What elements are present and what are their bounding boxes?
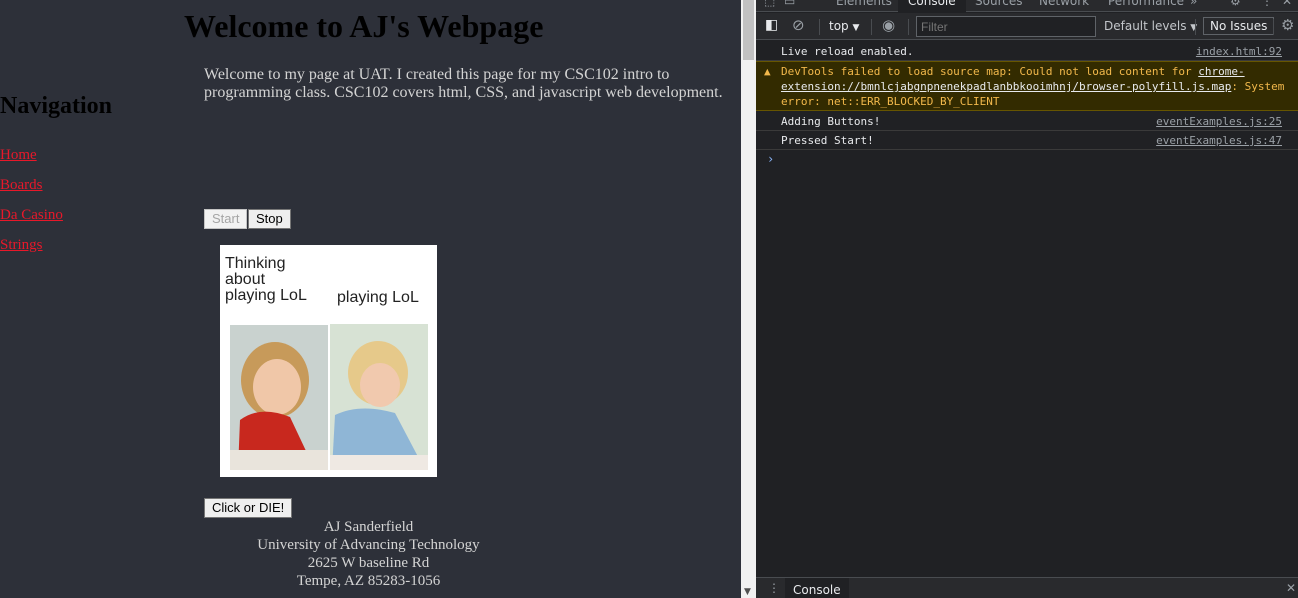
- console-message: Pressed Start! eventExamples.js:47: [756, 131, 1298, 150]
- console-message-source-link[interactable]: eventExamples.js:47: [1156, 133, 1282, 148]
- log-levels-label: Default levels: [1104, 19, 1187, 33]
- console-message-text: Pressed Start!: [781, 134, 874, 147]
- divider: [1273, 19, 1274, 35]
- right-desk: [330, 455, 428, 470]
- console-message-source-link[interactable]: eventExamples.js:25: [1156, 114, 1282, 129]
- right-girl-face: [360, 363, 400, 407]
- drawer-close-icon[interactable]: ✕: [1286, 581, 1296, 595]
- device-toolbar-icon[interactable]: ▭: [784, 0, 795, 8]
- tab-sources[interactable]: Sources: [975, 0, 1022, 8]
- footer-street: 2625 W baseline Rd: [307, 555, 430, 571]
- page-scrollbar[interactable]: ▼: [741, 0, 756, 598]
- warning-icon: ▲: [764, 65, 771, 78]
- scroll-down-arrow-icon[interactable]: ▼: [744, 587, 751, 597]
- divider: [1195, 19, 1196, 35]
- start-button[interactable]: Start: [204, 209, 248, 229]
- gear-icon[interactable]: ⚙: [1230, 0, 1241, 8]
- footer-school: University of Advancing Technology: [257, 537, 480, 553]
- warning-text-prefix: DevTools failed to load source map: Coul…: [781, 65, 1199, 78]
- page-title: Welcome to AJ's Webpage: [184, 8, 544, 44]
- console-warning-text: DevTools failed to load source map: Coul…: [781, 64, 1286, 109]
- drawer-menu-icon[interactable]: ⋮: [768, 581, 780, 595]
- tab-console[interactable]: Console: [898, 0, 966, 12]
- log-levels-dropdown[interactable]: Default levels ▼: [1104, 19, 1197, 33]
- divider: [871, 19, 872, 35]
- console-warning-message: ▲ DevTools failed to load source map: Co…: [756, 61, 1298, 111]
- sidebar-toggle-icon[interactable]: ◧: [765, 17, 778, 33]
- tab-performance[interactable]: Performance: [1108, 0, 1184, 8]
- footer-address: AJ Sanderfield University of Advancing T…: [250, 518, 487, 590]
- divider: [908, 19, 909, 35]
- tab-elements[interactable]: Elements: [836, 0, 892, 8]
- kebab-menu-icon[interactable]: ⋮: [1261, 0, 1273, 8]
- devtools-panel: ⬚ ▭ Elements Console Sources Network Per…: [756, 0, 1298, 598]
- console-settings-gear-icon[interactable]: ⚙: [1281, 16, 1294, 34]
- devtools-tab-bar: ⬚ ▭ Elements Console Sources Network Per…: [756, 0, 1298, 12]
- nav-link-home[interactable]: Home: [0, 147, 37, 164]
- console-filter-input[interactable]: [916, 16, 1096, 37]
- meme-image: Thinking about playing LoL playing LoL: [220, 245, 437, 477]
- left-girl-face: [253, 359, 301, 415]
- nav-heading: Navigation: [0, 93, 113, 119]
- clear-console-icon[interactable]: ⊘: [792, 16, 805, 34]
- stop-button[interactable]: Stop: [248, 209, 291, 229]
- footer-name: AJ Sanderfield: [323, 519, 414, 535]
- console-toolbar: ◧ ⊘ top ▼ ◉ Default levels ▼ No Issues ⚙: [756, 13, 1298, 40]
- console-message: Adding Buttons! eventExamples.js:25: [756, 112, 1298, 131]
- eye-icon[interactable]: ◉: [882, 16, 895, 34]
- console-message-text: Adding Buttons!: [781, 115, 881, 128]
- chevron-down-icon: ▼: [1190, 23, 1198, 33]
- close-icon[interactable]: ✕: [1282, 0, 1292, 8]
- console-prompt-chevron-icon[interactable]: ›: [767, 152, 774, 166]
- nav-link-strings[interactable]: Strings: [0, 237, 43, 254]
- more-tabs-icon[interactable]: »: [1190, 0, 1197, 8]
- devtools-drawer: ⋮ Console ✕: [756, 577, 1298, 598]
- intro-paragraph: Welcome to my page at UAT. I created thi…: [204, 66, 723, 101]
- console-message-text: Live reload enabled.: [781, 45, 914, 58]
- console-message-source-link[interactable]: index.html:92: [1196, 44, 1282, 59]
- issues-button[interactable]: No Issues: [1203, 17, 1275, 35]
- inspect-icon[interactable]: ⬚: [764, 0, 775, 8]
- console-message: Live reload enabled. index.html:92: [756, 43, 1298, 61]
- context-label: top: [829, 19, 849, 33]
- footer-city: Tempe, AZ 85283-1056: [296, 573, 441, 589]
- chevron-down-icon: ▼: [852, 23, 860, 33]
- click-or-die-button[interactable]: Click or DIE!: [204, 498, 293, 518]
- nav-link-da-casino[interactable]: Da Casino: [0, 207, 63, 224]
- webpage-viewport: Welcome to AJ's Webpage Welcome to my pa…: [0, 0, 741, 598]
- context-selector[interactable]: top ▼: [829, 19, 859, 33]
- meme-photos: [230, 324, 428, 470]
- tab-network[interactable]: Network: [1039, 0, 1089, 8]
- nav-link-boards[interactable]: Boards: [0, 177, 43, 194]
- drawer-tab-console[interactable]: Console: [785, 578, 849, 598]
- page-scrollbar-thumb[interactable]: [743, 0, 754, 60]
- divider: [819, 19, 820, 35]
- left-desk: [230, 450, 328, 470]
